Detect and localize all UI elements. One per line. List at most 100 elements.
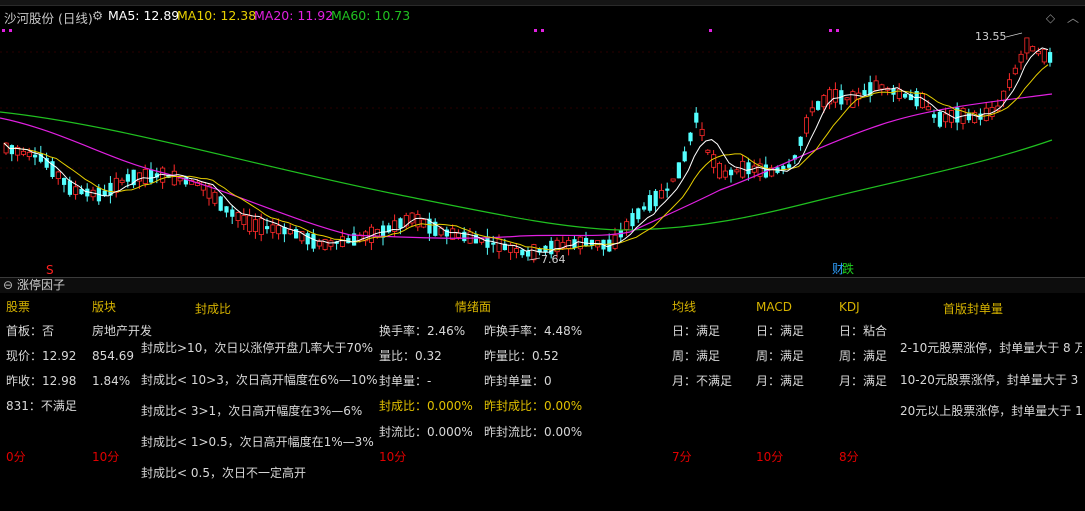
candle-body <box>584 237 589 247</box>
candle-body <box>1018 53 1024 63</box>
candle-body <box>20 150 26 155</box>
candle-body <box>798 136 803 146</box>
event-dot <box>534 29 537 32</box>
header-first-board: 首版封单量 <box>943 302 1004 316</box>
candle-body <box>339 236 345 247</box>
candle-body <box>630 213 635 227</box>
turnover-rate: 换手率：2.46% <box>379 324 466 338</box>
candle-body <box>455 232 461 238</box>
first-board-rule: 10-20元股票涨停，封单量大于 3 万 <box>900 373 1082 387</box>
candle-body <box>491 242 496 245</box>
ma-month: 月：不满足 <box>672 374 733 388</box>
candle-body <box>676 162 681 179</box>
candle-body <box>862 90 867 96</box>
candle-body <box>526 250 531 257</box>
ma20-line <box>0 93 1053 239</box>
kdj-month: 月：满足 <box>839 374 888 388</box>
event-dot <box>9 29 12 32</box>
candle-body <box>247 215 253 232</box>
panel-title: 涨停因子 <box>17 278 66 292</box>
marker-die: 跌 <box>842 261 854 276</box>
kdj-score: 8分 <box>839 450 859 464</box>
event-dot <box>829 29 832 32</box>
candle-body <box>932 114 937 118</box>
candle-body <box>1007 79 1013 88</box>
candle-body <box>230 209 235 217</box>
candle-body <box>67 180 72 195</box>
stock-price: 现价：12.92 <box>6 349 77 363</box>
candle-body <box>1012 67 1018 75</box>
header-sentiment: 情绪面 <box>455 300 492 314</box>
high-price-label: 13.55 <box>975 30 1007 43</box>
candle-body <box>125 174 130 182</box>
candle-body <box>787 164 792 168</box>
candle-body <box>520 249 525 256</box>
candle-body <box>26 151 32 157</box>
candle-body <box>925 106 931 111</box>
prev-seal-turnover-ratio: 昨封成比：0.00% <box>484 399 583 413</box>
candle-body <box>1001 90 1007 102</box>
prev-turnover-rate: 昨换手率：4.48% <box>484 324 583 338</box>
candle-body <box>171 170 177 186</box>
candle-body <box>943 113 949 123</box>
ma-week: 周：满足 <box>672 349 721 363</box>
candle-body <box>717 163 723 179</box>
candle-body <box>258 218 264 235</box>
candle-body <box>566 240 572 249</box>
candle-body <box>665 188 670 191</box>
candle-body <box>809 107 815 113</box>
event-dot <box>541 29 544 32</box>
chart-grid <box>0 51 1058 219</box>
seal-float-ratio: 封流比：0.000% <box>379 425 473 439</box>
candle-body <box>653 190 658 207</box>
candle-body <box>241 215 247 225</box>
marker-s: S <box>46 263 54 277</box>
candle-body <box>903 93 908 98</box>
candle-body <box>670 178 676 182</box>
seal-rule: 封成比< 10>3，次日高开幅度在6%—10% <box>141 373 378 387</box>
candle-body <box>311 233 316 249</box>
candle-body <box>265 226 270 230</box>
header-sector: 版块 <box>92 300 117 314</box>
ma-day: 日：满足 <box>672 324 721 338</box>
candle-body <box>218 196 223 211</box>
candle-body <box>647 195 652 211</box>
candle-body <box>1030 46 1036 52</box>
candle-body <box>102 190 107 196</box>
candle-body <box>937 111 942 127</box>
stock-prev-close: 昨收：12.98 <box>6 374 77 388</box>
event-dot <box>709 29 712 32</box>
candle-body <box>920 93 926 109</box>
prev-seal-float-ratio: 昨封流比：0.00% <box>484 425 583 439</box>
first-board-rule: 2-10元股票涨停，封单量大于 8 万 <box>900 341 1082 355</box>
candle-body <box>705 149 711 153</box>
candle-body <box>62 178 67 185</box>
kdj-day: 日：粘合 <box>839 324 888 338</box>
panel-title-bar: ⊖ 涨停因子 <box>0 278 1085 293</box>
candle-body <box>983 107 989 121</box>
candle-body <box>821 95 827 108</box>
candle-body <box>688 132 693 142</box>
candle-body <box>746 162 751 175</box>
candle-body <box>252 219 258 232</box>
candle-body <box>113 177 119 193</box>
event-dot <box>2 29 5 32</box>
candle-body <box>844 97 850 101</box>
first-board-rule: 20元以上股票涨停，封单量大于 1 <box>900 404 1082 418</box>
stock-score: 0分 <box>6 450 26 464</box>
sentiment-score: 10分 <box>379 450 407 464</box>
header-seal-ratio: 封成比 <box>195 302 232 316</box>
candle-body <box>316 241 322 247</box>
candle-body <box>722 170 728 178</box>
collapse-icon[interactable]: ⊖ <box>3 278 13 293</box>
candle-body <box>966 113 971 121</box>
candle-body <box>496 238 502 252</box>
seal-volume: 封单量：- <box>379 374 432 388</box>
sector-change: 1.84% <box>92 374 131 388</box>
candle-body <box>270 224 276 233</box>
seal-rule: 封成比< 0.5，次日不一定高开 <box>141 466 306 480</box>
candle-body <box>804 117 810 134</box>
candle-body <box>224 206 229 213</box>
candle-body <box>659 190 665 199</box>
candle-body <box>149 169 154 183</box>
